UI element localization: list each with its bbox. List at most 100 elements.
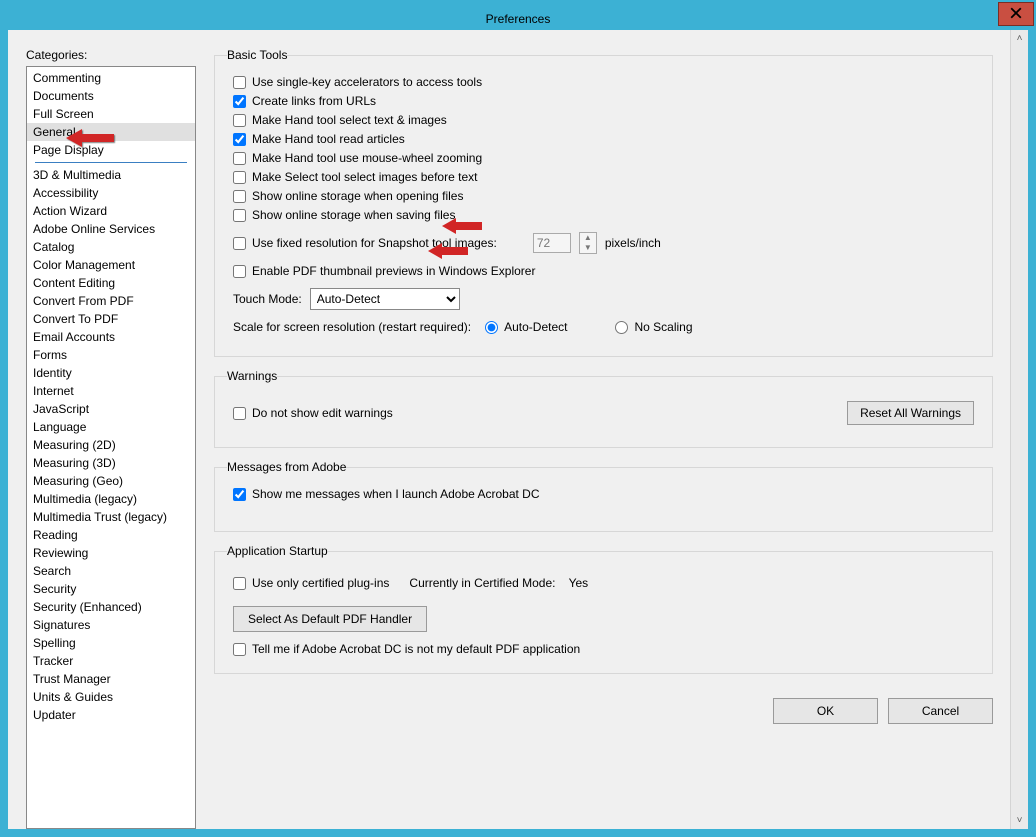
category-item[interactable]: Color Management	[27, 256, 195, 274]
scroll-down-icon[interactable]: ˅	[1011, 812, 1028, 829]
ok-button[interactable]: OK	[773, 698, 878, 724]
opt-hand-articles-label: Make Hand tool read articles	[252, 132, 405, 146]
category-item[interactable]: Tracker	[27, 652, 195, 670]
opt-single-key-checkbox[interactable]	[233, 76, 246, 89]
chevron-up-icon[interactable]: ▲	[580, 233, 596, 243]
category-item[interactable]: Convert From PDF	[27, 292, 195, 310]
titlebar: Preferences	[8, 8, 1028, 30]
opt-snapshot[interactable]: Use fixed resolution for Snapshot tool i…	[233, 236, 497, 250]
category-item[interactable]: Adobe Online Services	[27, 220, 195, 238]
touch-mode-select[interactable]: Auto-Detect	[310, 288, 460, 310]
opt-single-key-label: Use single-key accelerators to access to…	[252, 75, 482, 89]
opt-online-save-checkbox[interactable]	[233, 209, 246, 222]
category-item[interactable]: Action Wizard	[27, 202, 195, 220]
category-item[interactable]: Security (Enhanced)	[27, 598, 195, 616]
scale-none-radio[interactable]	[615, 321, 628, 334]
category-item[interactable]: Units & Guides	[27, 688, 195, 706]
category-item[interactable]: Identity	[27, 364, 195, 382]
opt-online-open-checkbox[interactable]	[233, 190, 246, 203]
opt-hand-articles-checkbox[interactable]	[233, 133, 246, 146]
opt-tell-me-default-label: Tell me if Adobe Acrobat DC is not my de…	[252, 642, 580, 656]
opt-select-images-checkbox[interactable]	[233, 171, 246, 184]
group-basic-tools-legend: Basic Tools	[227, 48, 287, 62]
opt-show-launch-msg-label: Show me messages when I launch Adobe Acr…	[252, 487, 540, 501]
category-item[interactable]: Multimedia Trust (legacy)	[27, 508, 195, 526]
scroll-up-icon[interactable]: ˄	[1011, 30, 1028, 47]
chevron-down-icon[interactable]: ▼	[580, 243, 596, 253]
opt-hand-articles[interactable]: Make Hand tool read articles	[233, 132, 980, 146]
opt-no-edit-warn-checkbox[interactable]	[233, 407, 246, 420]
category-item[interactable]: Internet	[27, 382, 195, 400]
category-item[interactable]: Search	[27, 562, 195, 580]
opt-hand-select[interactable]: Make Hand tool select text & images	[233, 113, 980, 127]
touch-mode-label: Touch Mode:	[233, 292, 302, 306]
cancel-button[interactable]: Cancel	[888, 698, 993, 724]
category-item[interactable]: Trust Manager	[27, 670, 195, 688]
default-pdf-handler-button[interactable]: Select As Default PDF Handler	[233, 606, 427, 632]
scale-none[interactable]: No Scaling	[615, 320, 692, 334]
category-item[interactable]: Documents	[27, 87, 195, 105]
opt-links-from-urls-label: Create links from URLs	[252, 94, 376, 108]
category-item[interactable]: Page Display	[27, 141, 195, 159]
category-item[interactable]: Full Screen	[27, 105, 195, 123]
group-messages: Messages from Adobe Show me messages whe…	[214, 460, 993, 532]
opt-tell-me-default-checkbox[interactable]	[233, 643, 246, 656]
opt-online-save-label: Show online storage when saving files	[252, 208, 455, 222]
opt-thumb-preview-checkbox[interactable]	[233, 265, 246, 278]
category-item[interactable]: Forms	[27, 346, 195, 364]
opt-links-from-urls-checkbox[interactable]	[233, 95, 246, 108]
opt-thumb-preview[interactable]: Enable PDF thumbnail previews in Windows…	[233, 264, 980, 278]
category-item[interactable]: Spelling	[27, 634, 195, 652]
category-item[interactable]: Reviewing	[27, 544, 195, 562]
category-item[interactable]: Measuring (2D)	[27, 436, 195, 454]
opt-snapshot-checkbox[interactable]	[233, 237, 246, 250]
opt-select-images[interactable]: Make Select tool select images before te…	[233, 170, 980, 184]
opt-tell-me-default[interactable]: Tell me if Adobe Acrobat DC is not my de…	[233, 642, 980, 656]
snapshot-units: pixels/inch	[605, 236, 661, 250]
category-separator	[35, 162, 187, 163]
category-item[interactable]: Commenting	[27, 69, 195, 87]
group-basic-tools: Basic Tools Use single-key accelerators …	[214, 48, 993, 357]
category-item[interactable]: General	[27, 123, 195, 141]
vertical-scrollbar[interactable]: ˄ ˅	[1010, 30, 1028, 829]
opt-online-open[interactable]: Show online storage when opening files	[233, 189, 980, 203]
category-item[interactable]: 3D & Multimedia	[27, 166, 195, 184]
category-item[interactable]: Updater	[27, 706, 195, 724]
opt-certified-only[interactable]: Use only certified plug-ins	[233, 576, 389, 590]
category-item[interactable]: Language	[27, 418, 195, 436]
close-button[interactable]	[998, 2, 1034, 26]
cert-mode-label: Currently in Certified Mode:	[409, 576, 555, 590]
category-item[interactable]: Signatures	[27, 616, 195, 634]
opt-hand-wheel-checkbox[interactable]	[233, 152, 246, 165]
category-item[interactable]: Convert To PDF	[27, 310, 195, 328]
category-item[interactable]: Catalog	[27, 238, 195, 256]
category-item[interactable]: Content Editing	[27, 274, 195, 292]
opt-no-edit-warn[interactable]: Do not show edit warnings	[233, 406, 393, 420]
scale-auto[interactable]: Auto-Detect	[485, 320, 567, 334]
category-item[interactable]: Reading	[27, 526, 195, 544]
opt-single-key[interactable]: Use single-key accelerators to access to…	[233, 75, 980, 89]
category-item[interactable]: JavaScript	[27, 400, 195, 418]
opt-links-from-urls[interactable]: Create links from URLs	[233, 94, 980, 108]
snapshot-value-input[interactable]	[533, 233, 571, 253]
category-item[interactable]: Multimedia (legacy)	[27, 490, 195, 508]
reset-warnings-button[interactable]: Reset All Warnings	[847, 401, 974, 425]
scale-auto-label: Auto-Detect	[504, 320, 567, 334]
opt-show-launch-msg[interactable]: Show me messages when I launch Adobe Acr…	[233, 487, 980, 501]
category-item[interactable]: Measuring (Geo)	[27, 472, 195, 490]
opt-hand-wheel-label: Make Hand tool use mouse-wheel zooming	[252, 151, 482, 165]
category-item[interactable]: Accessibility	[27, 184, 195, 202]
opt-hand-wheel[interactable]: Make Hand tool use mouse-wheel zooming	[233, 151, 980, 165]
category-item[interactable]: Measuring (3D)	[27, 454, 195, 472]
categories-label: Categories:	[26, 48, 196, 62]
snapshot-spinner[interactable]: ▲ ▼	[579, 232, 597, 254]
category-item[interactable]: Security	[27, 580, 195, 598]
scale-auto-radio[interactable]	[485, 321, 498, 334]
category-item[interactable]: Email Accounts	[27, 328, 195, 346]
opt-show-launch-msg-checkbox[interactable]	[233, 488, 246, 501]
opt-online-save[interactable]: Show online storage when saving files	[233, 208, 980, 222]
opt-hand-select-checkbox[interactable]	[233, 114, 246, 127]
categories-list[interactable]: CommentingDocumentsFull ScreenGeneralPag…	[26, 66, 196, 829]
opt-certified-only-checkbox[interactable]	[233, 577, 246, 590]
scale-none-label: No Scaling	[634, 320, 692, 334]
